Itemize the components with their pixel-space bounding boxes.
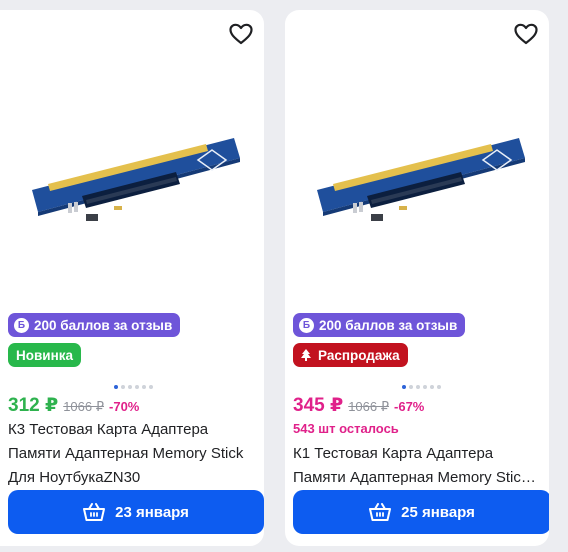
gallery-dot[interactable]	[402, 385, 406, 389]
bonus-icon: Б	[14, 317, 29, 333]
delivery-cart-button[interactable]: 23 января	[8, 490, 264, 534]
sale-label: Распродажа	[318, 347, 400, 363]
delivery-date: 23 января	[115, 503, 189, 521]
new-badge: Новинка	[8, 343, 82, 367]
product-image[interactable]	[26, 110, 241, 230]
reviews-bonus-badge: Б 200 баллов за отзыв	[293, 313, 466, 337]
bonus-icon: Б	[299, 317, 314, 333]
heart-icon[interactable]	[513, 22, 539, 46]
gallery-dots	[402, 385, 441, 389]
price-row: 345 ₽ 1066 ₽ -67%	[293, 394, 424, 417]
basket-icon	[83, 503, 106, 521]
gallery-dot[interactable]	[437, 385, 441, 389]
old-price: 1066 ₽	[63, 399, 105, 414]
gallery-dot[interactable]	[149, 385, 153, 389]
reviews-bonus-label: 200 баллов за отзыв	[34, 317, 173, 333]
gallery-dot[interactable]	[121, 385, 125, 389]
gallery-dot[interactable]	[142, 385, 146, 389]
reviews-bonus-label: 200 баллов за отзыв	[319, 317, 458, 333]
current-price: 345 ₽	[293, 395, 344, 416]
gallery-dot[interactable]	[416, 385, 420, 389]
gallery-dot[interactable]	[430, 385, 434, 389]
discount-label: -70%	[109, 399, 140, 414]
gallery-dot[interactable]	[114, 385, 118, 389]
sale-badge: Распродажа	[293, 343, 408, 367]
christmas-tree-icon	[301, 349, 311, 361]
product-card[interactable]: Б 200 баллов за отзыв Распродажа 345 ₽ 10…	[285, 10, 549, 546]
gallery-dot[interactable]	[128, 385, 132, 389]
heart-icon[interactable]	[228, 22, 254, 46]
gallery-dot[interactable]	[409, 385, 413, 389]
gallery-dot[interactable]	[423, 385, 427, 389]
product-image[interactable]	[311, 110, 526, 230]
current-price: 312 ₽	[8, 395, 59, 416]
old-price: 1066 ₽	[348, 399, 390, 414]
stock-left: 543 шт осталось	[293, 421, 399, 436]
product-card[interactable]: Б 200 баллов за отзыв Новинка 312 ₽ 1066 …	[0, 10, 264, 546]
delivery-cart-button[interactable]: 25 января	[293, 490, 549, 534]
discount-label: -67%	[394, 399, 425, 414]
product-title[interactable]: К1 Тестовая Карта Адаптера Памяти Адапте…	[293, 442, 541, 490]
product-title[interactable]: К3 Тестовая Карта Адаптера Памяти Адапте…	[8, 418, 256, 490]
price-row: 312 ₽ 1066 ₽ -70%	[8, 394, 139, 417]
gallery-dot[interactable]	[135, 385, 139, 389]
basket-icon	[369, 503, 392, 521]
reviews-bonus-badge: Б 200 баллов за отзыв	[8, 313, 181, 337]
gallery-dots	[114, 385, 153, 389]
product-title-text: К1 Тестовая Карта Адаптера Памяти Адапте…	[293, 445, 529, 486]
delivery-date: 25 января	[401, 503, 475, 521]
